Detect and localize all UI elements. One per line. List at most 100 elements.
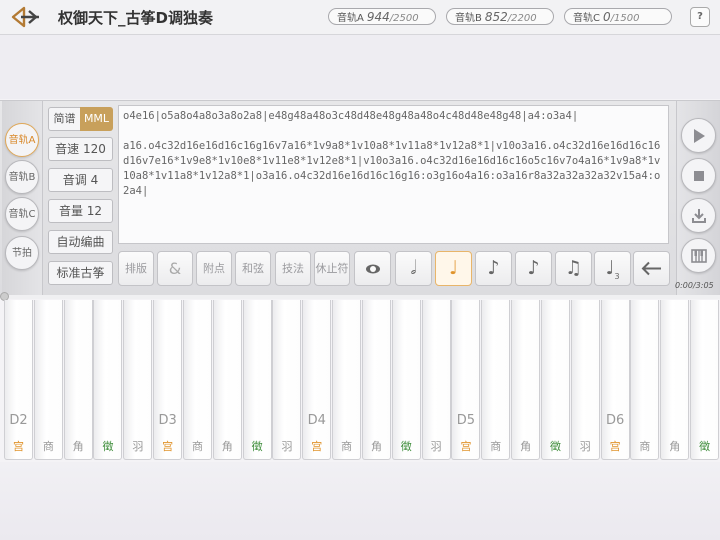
half-note-button[interactable]: 𝅗𝅥 (395, 251, 432, 286)
key-degree-label: 羽 (281, 440, 293, 453)
player-controls-column (676, 101, 720, 296)
piano-key[interactable]: 角 (212, 300, 242, 460)
piano-key[interactable]: 羽 (421, 300, 451, 460)
piano-key[interactable]: 商 (481, 300, 511, 460)
track-selector-column: 音轨A 音轨B 音轨C 节拍 (2, 101, 43, 296)
half-note-icon: 𝅗𝅥 (410, 257, 417, 279)
thirty-second-note-icon: ♫ (564, 257, 583, 279)
control-panel: 音轨A 音轨B 音轨C 节拍 简谱 MML 音速 120 音调 4 音量 12 … (0, 100, 720, 297)
mml-line-1: o4e16|o5a8o4a8o3a8o2a8|e48g48a48o3c48d48… (123, 110, 579, 122)
volume-button[interactable]: 音量 12 (48, 199, 113, 223)
piano-key[interactable]: 羽 (272, 300, 302, 460)
track-c-counter: 音轨C 0/1500 (564, 8, 672, 25)
eighth-note-icon: ♪ (487, 257, 500, 279)
piano-key[interactable]: D5 宫 (451, 300, 481, 460)
key-degree-label: 徵 (400, 440, 412, 453)
track-a-counter: 音轨A 944/2500 (328, 8, 436, 25)
standard-instrument-button[interactable]: 标准古筝 (48, 261, 113, 285)
key-octave-label: D5 (456, 413, 476, 428)
stop-icon (693, 170, 704, 181)
piano-key[interactable]: 徵 (690, 300, 720, 460)
track-a-button[interactable]: 音轨A (5, 123, 39, 157)
speed-button[interactable]: 音速 120 (48, 137, 113, 161)
track-c-button[interactable]: 音轨C (5, 197, 39, 231)
page-title: 权御天下_古筝D调独奏 (58, 9, 213, 27)
whole-note-icon (365, 264, 380, 274)
key-degree-label: 宫 (13, 440, 24, 453)
piano-key[interactable]: 角 (511, 300, 541, 460)
technique-button[interactable]: 技法 (275, 251, 311, 286)
key-degree-label: 角 (221, 440, 233, 453)
download-icon (691, 208, 706, 223)
key-degree-label: 羽 (430, 440, 442, 453)
key-degree-label: 徵 (251, 440, 263, 453)
piano-key[interactable]: D6 宫 (600, 300, 630, 460)
whole-note-button[interactable] (354, 251, 391, 286)
key-degree-label: 商 (191, 440, 203, 453)
sixteenth-note-button[interactable]: ♪ (515, 251, 552, 286)
key-degree-label: 羽 (579, 440, 591, 453)
key-degree-label: 商 (42, 440, 54, 453)
key-octave-label: D6 (605, 413, 625, 428)
dotted-button[interactable]: 附点 (196, 251, 232, 286)
key-degree-label: 羽 (132, 440, 144, 453)
piano-key[interactable]: 角 (63, 300, 93, 460)
piano-key[interactable]: 角 (660, 300, 690, 460)
chord-button[interactable]: 和弦 (235, 251, 271, 286)
piano-key[interactable]: D4 宫 (302, 300, 332, 460)
mml-line-2: a16.o4c32d16e16d16c16g16v7a16*1v9a8*1v10… (123, 140, 661, 197)
key-degree-label: 宫 (311, 440, 323, 453)
piano-key[interactable]: 徵 (540, 300, 570, 460)
key-octave-label: D3 (158, 413, 177, 428)
piano-keyboard-icon (690, 248, 707, 263)
sixteenth-note-icon: ♪ (527, 257, 540, 279)
piano-key[interactable]: 徵 (242, 300, 272, 460)
thirty-second-note-button[interactable]: ♫ (555, 251, 592, 286)
piano-key[interactable]: 商 (33, 300, 63, 460)
bottom-area (0, 462, 720, 540)
quarter-note-button[interactable]: ♩ (435, 251, 472, 286)
stop-button[interactable] (681, 158, 716, 193)
key-degree-label: 角 (520, 440, 532, 453)
playback-time: 0:00/3:05 (675, 281, 714, 290)
eighth-note-button[interactable]: ♪ (475, 251, 512, 286)
rest-button[interactable]: 休止符 (314, 251, 350, 286)
mode-simple-button[interactable]: 简谱 (48, 107, 80, 131)
track-b-counter: 音轨B 852/2200 (446, 8, 554, 25)
keyboard: D2 宫 商 角 徵 羽 D3 宫 商 角 徵 羽 D4 宫 商 角 徵 羽 D5 宫 商 角 徵 羽 D6 宫 商 角 徵 (0, 300, 720, 462)
piano-key[interactable]: 商 (332, 300, 362, 460)
quarter-note-icon: ♩ (449, 257, 458, 279)
export-button[interactable] (681, 198, 716, 233)
auto-compose-button[interactable]: 自动编曲 (48, 230, 113, 254)
key-degree-label: 商 (639, 440, 651, 453)
play-button[interactable] (681, 118, 716, 153)
key-degree-label: 宫 (460, 440, 472, 453)
empty-area (0, 35, 720, 99)
triplet-button[interactable]: ♩3 (594, 251, 631, 286)
piano-key[interactable]: 商 (630, 300, 660, 460)
ampersand-button[interactable]: & (157, 251, 193, 286)
backspace-button[interactable] (633, 251, 670, 286)
piano-key[interactable]: D3 宫 (153, 300, 183, 460)
top-bar: 权御天下_古筝D调独奏 音轨A 944/2500 音轨B 852/2200 音轨C 0… (0, 0, 720, 35)
back-icon[interactable] (10, 5, 42, 29)
piano-key[interactable]: 徵 (391, 300, 421, 460)
layout-button[interactable]: 排版 (118, 251, 154, 286)
piano-key[interactable]: D2 宫 (4, 300, 33, 460)
track-b-button[interactable]: 音轨B (5, 160, 39, 194)
beat-button[interactable]: 节拍 (5, 236, 39, 270)
progress-bar[interactable] (0, 295, 720, 299)
keyboard-toggle-button[interactable] (681, 238, 716, 273)
mode-mml-button[interactable]: MML (80, 107, 113, 131)
piano-key[interactable]: 羽 (570, 300, 600, 460)
piano-key[interactable]: 羽 (123, 300, 153, 460)
key-octave-label: D4 (307, 413, 326, 428)
piano-key[interactable]: 商 (182, 300, 212, 460)
key-button[interactable]: 音调 4 (48, 168, 113, 192)
key-degree-label: 徵 (549, 440, 561, 453)
piano-key[interactable]: 徵 (93, 300, 123, 460)
piano-key[interactable]: 角 (361, 300, 391, 460)
mml-editor[interactable]: o4e16|o5a8o4a8o3a8o2a8|e48g48a48o3c48d48… (118, 105, 669, 244)
key-degree-label: 宫 (162, 440, 174, 453)
help-button[interactable]: ? (690, 7, 710, 27)
